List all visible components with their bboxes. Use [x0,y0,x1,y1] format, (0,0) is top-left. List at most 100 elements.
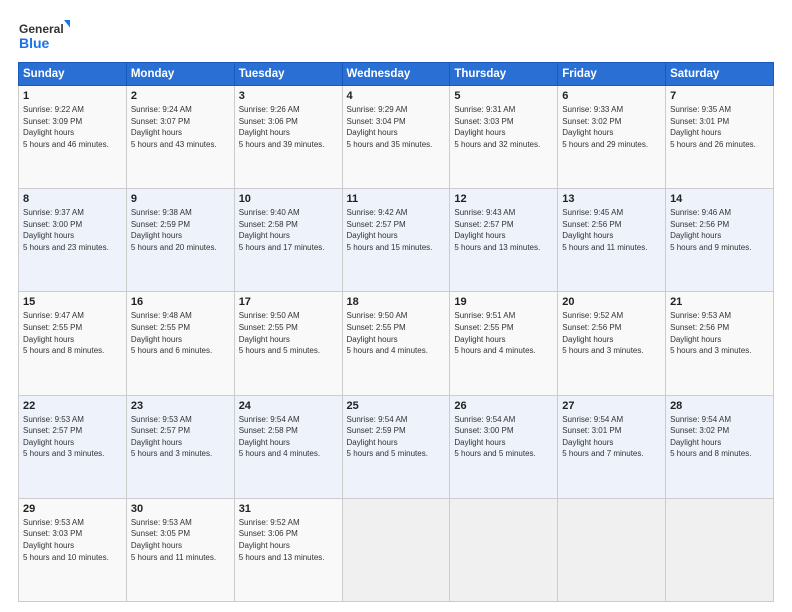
calendar-cell: 12 Sunrise: 9:43 AMSunset: 2:57 PMDaylig… [450,189,558,292]
day-info: Sunrise: 9:54 AMSunset: 2:59 PMDaylight … [347,414,446,460]
page: General Blue SundayMondayTuesdayWednesda… [0,0,792,612]
day-number: 13 [562,193,661,205]
day-info: Sunrise: 9:47 AMSunset: 2:55 PMDaylight … [23,310,122,356]
calendar-cell [558,498,666,601]
day-number: 10 [239,193,338,205]
calendar-week-row: 22 Sunrise: 9:53 AMSunset: 2:57 PMDaylig… [19,395,774,498]
day-info: Sunrise: 9:54 AMSunset: 3:01 PMDaylight … [562,414,661,460]
weekday-header: Wednesday [342,63,450,86]
weekday-header: Friday [558,63,666,86]
calendar-cell: 25 Sunrise: 9:54 AMSunset: 2:59 PMDaylig… [342,395,450,498]
day-info: Sunrise: 9:50 AMSunset: 2:55 PMDaylight … [347,310,446,356]
day-info: Sunrise: 9:31 AMSunset: 3:03 PMDaylight … [454,104,553,150]
calendar-cell: 22 Sunrise: 9:53 AMSunset: 2:57 PMDaylig… [19,395,127,498]
day-number: 12 [454,193,553,205]
day-number: 26 [454,400,553,412]
day-info: Sunrise: 9:53 AMSunset: 2:56 PMDaylight … [670,310,769,356]
calendar-cell: 13 Sunrise: 9:45 AMSunset: 2:56 PMDaylig… [558,189,666,292]
day-number: 9 [131,193,230,205]
weekday-header: Thursday [450,63,558,86]
day-info: Sunrise: 9:37 AMSunset: 3:00 PMDaylight … [23,207,122,253]
weekday-header: Saturday [666,63,774,86]
day-info: Sunrise: 9:53 AMSunset: 2:57 PMDaylight … [23,414,122,460]
day-info: Sunrise: 9:40 AMSunset: 2:58 PMDaylight … [239,207,338,253]
calendar-cell: 28 Sunrise: 9:54 AMSunset: 3:02 PMDaylig… [666,395,774,498]
day-number: 29 [23,503,122,515]
day-number: 16 [131,296,230,308]
calendar-cell: 20 Sunrise: 9:52 AMSunset: 2:56 PMDaylig… [558,292,666,395]
day-number: 6 [562,90,661,102]
day-number: 19 [454,296,553,308]
day-number: 20 [562,296,661,308]
day-info: Sunrise: 9:54 AMSunset: 2:58 PMDaylight … [239,414,338,460]
day-number: 15 [23,296,122,308]
calendar-table: SundayMondayTuesdayWednesdayThursdayFrid… [18,62,774,602]
calendar-cell: 26 Sunrise: 9:54 AMSunset: 3:00 PMDaylig… [450,395,558,498]
weekday-header: Monday [126,63,234,86]
calendar-cell: 2 Sunrise: 9:24 AMSunset: 3:07 PMDayligh… [126,86,234,189]
calendar-week-row: 15 Sunrise: 9:47 AMSunset: 2:55 PMDaylig… [19,292,774,395]
day-info: Sunrise: 9:50 AMSunset: 2:55 PMDaylight … [239,310,338,356]
calendar-cell: 23 Sunrise: 9:53 AMSunset: 2:57 PMDaylig… [126,395,234,498]
calendar-cell: 27 Sunrise: 9:54 AMSunset: 3:01 PMDaylig… [558,395,666,498]
day-number: 11 [347,193,446,205]
day-number: 18 [347,296,446,308]
weekday-header: Tuesday [234,63,342,86]
day-number: 21 [670,296,769,308]
calendar-header-row: SundayMondayTuesdayWednesdayThursdayFrid… [19,63,774,86]
header: General Blue [18,18,774,56]
day-info: Sunrise: 9:33 AMSunset: 3:02 PMDaylight … [562,104,661,150]
day-info: Sunrise: 9:43 AMSunset: 2:57 PMDaylight … [454,207,553,253]
calendar-cell: 17 Sunrise: 9:50 AMSunset: 2:55 PMDaylig… [234,292,342,395]
calendar-cell: 6 Sunrise: 9:33 AMSunset: 3:02 PMDayligh… [558,86,666,189]
day-number: 4 [347,90,446,102]
calendar-week-row: 29 Sunrise: 9:53 AMSunset: 3:03 PMDaylig… [19,498,774,601]
day-info: Sunrise: 9:53 AMSunset: 3:05 PMDaylight … [131,517,230,563]
calendar-cell: 21 Sunrise: 9:53 AMSunset: 2:56 PMDaylig… [666,292,774,395]
day-number: 3 [239,90,338,102]
calendar-cell: 7 Sunrise: 9:35 AMSunset: 3:01 PMDayligh… [666,86,774,189]
day-number: 23 [131,400,230,412]
day-number: 25 [347,400,446,412]
calendar-cell: 4 Sunrise: 9:29 AMSunset: 3:04 PMDayligh… [342,86,450,189]
logo: General Blue [18,18,70,56]
day-number: 27 [562,400,661,412]
calendar-cell: 24 Sunrise: 9:54 AMSunset: 2:58 PMDaylig… [234,395,342,498]
day-number: 31 [239,503,338,515]
day-info: Sunrise: 9:24 AMSunset: 3:07 PMDaylight … [131,104,230,150]
calendar-cell: 31 Sunrise: 9:52 AMSunset: 3:06 PMDaylig… [234,498,342,601]
day-info: Sunrise: 9:22 AMSunset: 3:09 PMDaylight … [23,104,122,150]
day-number: 22 [23,400,122,412]
day-info: Sunrise: 9:54 AMSunset: 3:02 PMDaylight … [670,414,769,460]
day-number: 24 [239,400,338,412]
day-info: Sunrise: 9:42 AMSunset: 2:57 PMDaylight … [347,207,446,253]
calendar-cell: 15 Sunrise: 9:47 AMSunset: 2:55 PMDaylig… [19,292,127,395]
calendar-cell [342,498,450,601]
calendar-week-row: 8 Sunrise: 9:37 AMSunset: 3:00 PMDayligh… [19,189,774,292]
calendar-cell [666,498,774,601]
svg-text:General: General [19,22,64,36]
calendar-cell: 14 Sunrise: 9:46 AMSunset: 2:56 PMDaylig… [666,189,774,292]
weekday-header: Sunday [19,63,127,86]
day-info: Sunrise: 9:45 AMSunset: 2:56 PMDaylight … [562,207,661,253]
day-info: Sunrise: 9:53 AMSunset: 3:03 PMDaylight … [23,517,122,563]
day-info: Sunrise: 9:52 AMSunset: 3:06 PMDaylight … [239,517,338,563]
day-info: Sunrise: 9:52 AMSunset: 2:56 PMDaylight … [562,310,661,356]
calendar-cell: 1 Sunrise: 9:22 AMSunset: 3:09 PMDayligh… [19,86,127,189]
day-info: Sunrise: 9:51 AMSunset: 2:55 PMDaylight … [454,310,553,356]
day-number: 14 [670,193,769,205]
day-number: 17 [239,296,338,308]
calendar-cell: 29 Sunrise: 9:53 AMSunset: 3:03 PMDaylig… [19,498,127,601]
calendar-cell: 19 Sunrise: 9:51 AMSunset: 2:55 PMDaylig… [450,292,558,395]
day-number: 28 [670,400,769,412]
calendar-cell: 16 Sunrise: 9:48 AMSunset: 2:55 PMDaylig… [126,292,234,395]
day-number: 30 [131,503,230,515]
calendar-cell: 10 Sunrise: 9:40 AMSunset: 2:58 PMDaylig… [234,189,342,292]
day-info: Sunrise: 9:38 AMSunset: 2:59 PMDaylight … [131,207,230,253]
logo-svg: General Blue [18,18,70,56]
calendar-cell: 9 Sunrise: 9:38 AMSunset: 2:59 PMDayligh… [126,189,234,292]
svg-text:Blue: Blue [19,35,50,51]
day-info: Sunrise: 9:29 AMSunset: 3:04 PMDaylight … [347,104,446,150]
day-number: 1 [23,90,122,102]
day-info: Sunrise: 9:53 AMSunset: 2:57 PMDaylight … [131,414,230,460]
